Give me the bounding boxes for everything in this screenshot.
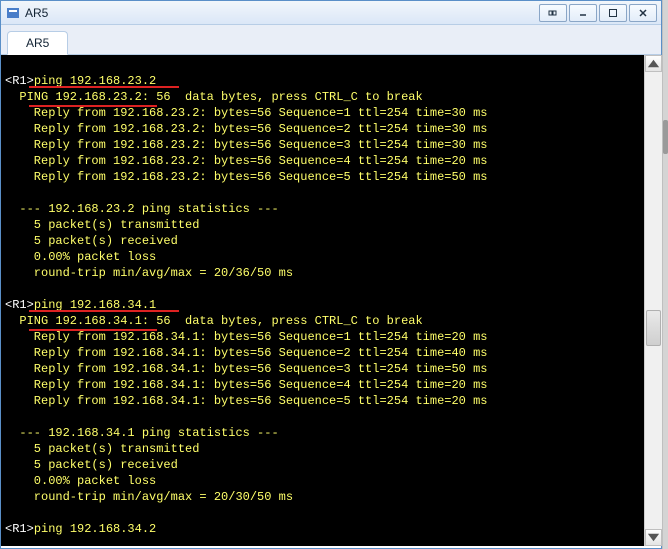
close-button[interactable] — [629, 4, 657, 22]
app-icon — [5, 5, 21, 21]
ping-stat: round-trip min/avg/max = 20/36/50 ms — [5, 265, 644, 281]
outer-scroll-thumb[interactable] — [663, 120, 668, 154]
ping-stat: round-trip min/avg/max = 20/30/50 ms — [5, 489, 644, 505]
ping-reply: Reply from 192.168.23.2: bytes=56 Sequen… — [5, 169, 644, 185]
window-title: AR5 — [25, 6, 537, 20]
terminal-container: <R1>ping 192.168.23.2 PING 192.168.23.2:… — [1, 55, 661, 546]
ping-stats-header: --- 192.168.23.2 ping statistics --- — [5, 201, 644, 217]
window-controls — [537, 4, 657, 22]
annotation-underline — [29, 310, 179, 312]
scroll-up-button[interactable] — [645, 55, 662, 72]
annotation-underline — [29, 329, 157, 331]
ping-reply: Reply from 192.168.34.1: bytes=56 Sequen… — [5, 377, 644, 393]
ext-button[interactable] — [539, 4, 567, 22]
ping-stat: 5 packet(s) received — [5, 233, 644, 249]
ping-reply: Reply from 192.168.23.2: bytes=56 Sequen… — [5, 137, 644, 153]
ping-header: PING 192.168.23.2: 56 data bytes, press … — [5, 89, 644, 105]
ping-stat: 0.00% packet loss — [5, 249, 644, 265]
terminal-output[interactable]: <R1>ping 192.168.23.2 PING 192.168.23.2:… — [1, 55, 644, 546]
ping-stat: 5 packet(s) received — [5, 457, 644, 473]
ping-reply: Reply from 192.168.34.1: bytes=56 Sequen… — [5, 361, 644, 377]
ping-stat: 5 packet(s) transmitted — [5, 217, 644, 233]
ping-reply: Reply from 192.168.34.1: bytes=56 Sequen… — [5, 393, 644, 409]
ping-reply: Reply from 192.168.34.1: bytes=56 Sequen… — [5, 329, 644, 345]
ping-stat: 5 packet(s) transmitted — [5, 441, 644, 457]
minimize-button[interactable] — [569, 4, 597, 22]
outer-scrollbar[interactable] — [662, 0, 668, 549]
ping-header: PING 192.168.34.1: 56 data bytes, press … — [5, 313, 644, 329]
tab-ar5[interactable]: AR5 — [7, 31, 68, 55]
tab-strip: AR5 — [1, 25, 661, 55]
annotation-underline — [29, 86, 179, 88]
ping-reply: Reply from 192.168.34.1: bytes=56 Sequen… — [5, 345, 644, 361]
maximize-button[interactable] — [599, 4, 627, 22]
title-bar[interactable]: AR5 — [1, 1, 661, 25]
ping-reply: Reply from 192.168.23.2: bytes=56 Sequen… — [5, 153, 644, 169]
scroll-down-button[interactable] — [645, 529, 662, 546]
ping-stats-header: --- 192.168.34.1 ping statistics --- — [5, 425, 644, 441]
terminal-scrollbar[interactable] — [644, 55, 661, 546]
ping-stat: 0.00% packet loss — [5, 473, 644, 489]
ping-reply: Reply from 192.168.23.2: bytes=56 Sequen… — [5, 105, 644, 121]
tab-label: AR5 — [26, 36, 49, 50]
scroll-thumb[interactable] — [646, 310, 661, 346]
ping-reply: Reply from 192.168.23.2: bytes=56 Sequen… — [5, 121, 644, 137]
scroll-track[interactable] — [645, 72, 662, 529]
annotation-underline — [29, 105, 157, 107]
app-window: AR5 AR5 <R1>ping 192.168.23.2 PING 192.1… — [0, 0, 662, 549]
prompt-line: <R1>ping 192.168.34.2 — [5, 521, 644, 537]
